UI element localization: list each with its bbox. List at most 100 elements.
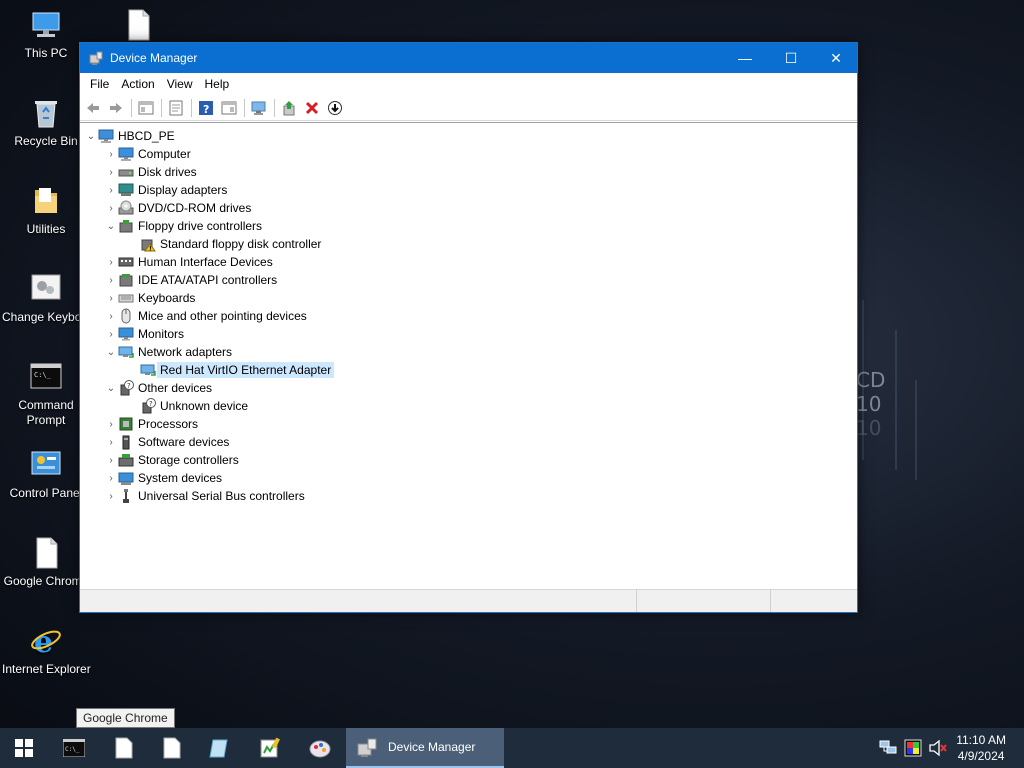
show-hide-console-tree-button[interactable]: [135, 97, 157, 119]
tree-device-standard-floppy-disk-controller[interactable]: ! Standard floppy disk controller: [140, 235, 321, 253]
software-device-icon: [122, 435, 130, 450]
chevron-right-icon[interactable]: ›: [104, 307, 118, 325]
title-bar[interactable]: Device Manager — ☐ ✕: [80, 43, 857, 73]
properties-button[interactable]: [165, 97, 187, 119]
tree-node-display-adapters[interactable]: › Display adapters: [104, 181, 227, 199]
unknown-device-icon: ?: [142, 398, 156, 414]
chevron-right-icon[interactable]: ›: [104, 325, 118, 343]
chevron-down-icon[interactable]: ⌄: [104, 217, 118, 235]
svg-text:?: ?: [149, 400, 153, 408]
device-tree[interactable]: ⌄ HBCD_PE › Computer › Disk drives › Display …: [80, 122, 857, 589]
show-action-pane-button[interactable]: [218, 97, 240, 119]
start-icon: [15, 739, 33, 757]
chevron-right-icon[interactable]: ›: [104, 145, 118, 163]
taskbar-paint[interactable]: [298, 728, 342, 768]
tree-root[interactable]: ⌄ HBCD_PE: [84, 127, 175, 145]
desktop-icon-internet-explorer[interactable]: e Internet Explorer: [0, 624, 92, 677]
tree-node-disk-drives[interactable]: › Disk drives: [104, 163, 196, 181]
menu-view[interactable]: View: [161, 73, 199, 95]
network-icon[interactable]: [878, 739, 898, 757]
tree-node-storage-controllers[interactable]: › Storage controllers: [104, 451, 238, 469]
warning-device-icon: !: [141, 239, 156, 252]
chevron-down-icon[interactable]: ⌄: [104, 379, 118, 397]
disable-device-button[interactable]: [324, 97, 346, 119]
monitor-icon: [118, 327, 134, 341]
tree-node-other-devices[interactable]: ⌄? Other devices: [104, 379, 212, 397]
computer-icon: [98, 129, 114, 143]
control-panel-icon: [31, 451, 61, 475]
svg-text:?: ?: [127, 382, 131, 390]
chevron-right-icon[interactable]: ›: [104, 253, 118, 271]
back-button[interactable]: [82, 97, 104, 119]
tree-node-universal-serial-bus-controllers[interactable]: › Universal Serial Bus controllers: [104, 487, 305, 505]
chevron-right-icon[interactable]: ›: [104, 433, 118, 451]
editor-icon: [260, 737, 280, 758]
toolbar-separator: [131, 98, 132, 117]
taskbar-blank-file[interactable]: [102, 728, 146, 768]
tree-node-software-devices[interactable]: › Software devices: [104, 433, 229, 451]
tree-node-human-interface-devices[interactable]: › Human Interface Devices: [104, 253, 272, 271]
chevron-right-icon[interactable]: ›: [104, 289, 118, 307]
update-driver-icon: [283, 100, 295, 115]
close-button[interactable]: ✕: [813, 43, 859, 73]
status-cell: [80, 590, 637, 612]
device-manager-icon: [357, 738, 377, 757]
taskbar-device-manager[interactable]: Device Manager: [346, 728, 504, 768]
tree-device-unknown-device[interactable]: ? Unknown device: [140, 397, 248, 415]
chevron-right-icon[interactable]: ›: [104, 487, 118, 505]
tree-node-monitors[interactable]: › Monitors: [104, 325, 184, 343]
svg-text:e: e: [34, 625, 53, 658]
taskbar-editor[interactable]: [248, 728, 292, 768]
device-manager-window: Device Manager — ☐ ✕ File Action View He…: [79, 42, 858, 613]
disk-drive-icon: [118, 169, 134, 177]
tree-node-system-devices[interactable]: › System devices: [104, 469, 222, 487]
taskbar-command-prompt[interactable]: C:\_: [52, 728, 96, 768]
chevron-right-icon[interactable]: ›: [104, 163, 118, 181]
menu-file[interactable]: File: [84, 73, 115, 95]
notepad-icon: [209, 739, 228, 758]
chevron-down-icon[interactable]: ⌄: [84, 127, 98, 145]
svg-text:C:\_: C:\_: [65, 746, 80, 753]
taskbar-blank-file[interactable]: [150, 728, 194, 768]
taskbar-notepad[interactable]: [198, 728, 242, 768]
help-button[interactable]: ?: [195, 97, 217, 119]
display-color-icon[interactable]: [904, 739, 922, 757]
clock-date: 4/9/2024: [957, 749, 1005, 763]
chevron-right-icon[interactable]: ›: [104, 415, 118, 433]
toolbar-separator: [244, 98, 245, 117]
chevron-right-icon[interactable]: ›: [104, 469, 118, 487]
chevron-right-icon[interactable]: ›: [104, 181, 118, 199]
forward-button[interactable]: [105, 97, 127, 119]
start-button[interactable]: [0, 728, 48, 768]
tree-node-dvd-cd-rom-drives[interactable]: › DVD/CD-ROM drives: [104, 199, 251, 217]
tree-node-keyboards[interactable]: › Keyboards: [104, 289, 195, 307]
tree-node-mice-and-other-pointing-devices[interactable]: › Mice and other pointing devices: [104, 307, 307, 325]
chevron-right-icon[interactable]: ›: [104, 451, 118, 469]
tree-node-computer[interactable]: › Computer: [104, 145, 191, 163]
menu-help[interactable]: Help: [199, 73, 236, 95]
taskbar: C:\_ Device Manager 11:10 AM 4/9/2024: [0, 728, 1024, 768]
scan-hardware-button[interactable]: [248, 97, 270, 119]
taskbar-clock[interactable]: 11:10 AM 4/9/2024: [956, 732, 1006, 764]
tree-device-red-hat-virtio-ethernet-adapter[interactable]: Red Hat VirtIO Ethernet Adapter: [140, 361, 335, 379]
menu-action[interactable]: Action: [115, 73, 160, 95]
tree-node-processors[interactable]: › Processors: [104, 415, 198, 433]
maximize-button[interactable]: ☐: [768, 43, 814, 73]
update-driver-button[interactable]: [278, 97, 300, 119]
chevron-down-icon[interactable]: ⌄: [104, 343, 118, 361]
svg-text:C:\_: C:\_: [34, 371, 52, 379]
uninstall-device-button[interactable]: [301, 97, 323, 119]
desktop-icon-blank-file[interactable]: [92, 8, 184, 46]
minimize-button[interactable]: —: [722, 43, 768, 73]
show-action-pane-icon: [221, 101, 237, 114]
tree-node-floppy-drive-controllers[interactable]: ⌄ Floppy drive controllers: [104, 217, 262, 235]
blank-file-icon: [128, 9, 150, 41]
floppy-controller-icon: [119, 220, 133, 233]
tree-node-ide-ata-atapi-controllers[interactable]: › IDE ATA/ATAPI controllers: [104, 271, 277, 289]
volume-muted-icon[interactable]: [928, 739, 948, 757]
chevron-right-icon[interactable]: ›: [104, 271, 118, 289]
hid-icon: [118, 257, 134, 267]
tree-node-network-adapters[interactable]: ⌄ Network adapters: [104, 343, 232, 361]
chevron-right-icon[interactable]: ›: [104, 199, 118, 217]
system-device-icon: [118, 472, 134, 485]
